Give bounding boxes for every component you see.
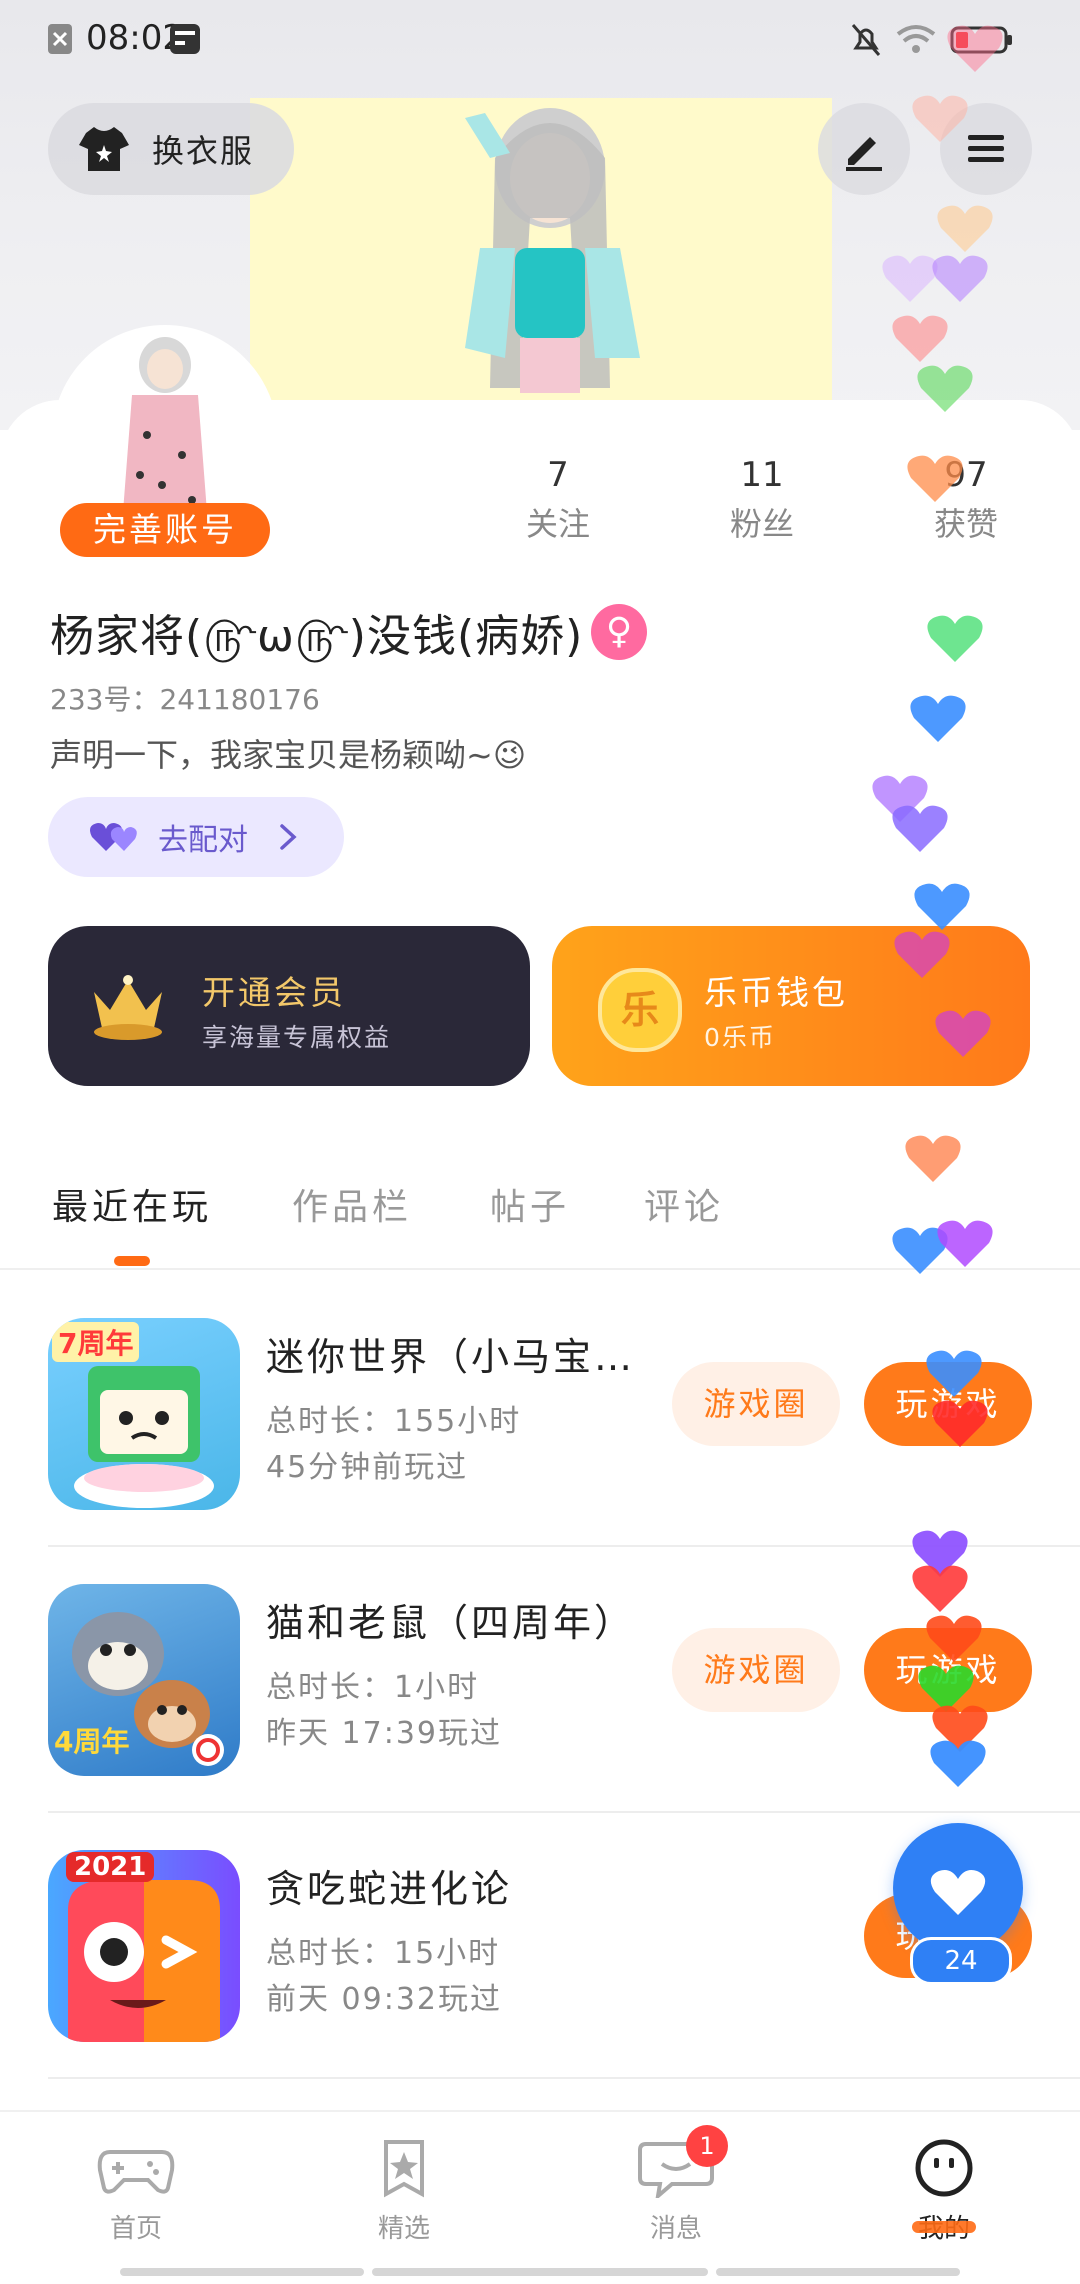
nav-active-indicator <box>912 2221 976 2233</box>
menu-button[interactable] <box>940 103 1032 195</box>
game-duration: 总时长：1小时 <box>266 1670 480 1705</box>
nav-home[interactable]: 首页 <box>56 2138 216 2245</box>
match-button[interactable]: 去配对 <box>48 797 344 877</box>
status-bar: 08:02 <box>0 0 1080 80</box>
like-count: 24 <box>910 1937 1012 1985</box>
female-icon: ♀ <box>591 604 647 660</box>
game-name: 迷你世界（小马宝… <box>266 1335 636 1379</box>
game-last-played: 前天 09:32玩过 <box>266 1982 502 2017</box>
game-icon-mini-world: 7周年 <box>48 1318 240 1510</box>
pencil-icon <box>846 137 882 171</box>
star-icon <box>384 2140 424 2198</box>
stat-fans-num: 11 <box>740 455 784 495</box>
like-button[interactable] <box>893 1823 1023 1953</box>
stat-following[interactable]: 7 关注 <box>478 455 638 545</box>
anniversary-badge: 7周年 <box>52 1322 140 1362</box>
face-icon <box>915 2139 973 2197</box>
tab-posts[interactable]: 帖子 <box>490 1178 570 1230</box>
game-duration: 总时长：15小时 <box>266 1936 501 1971</box>
vip-title: 开通会员 <box>202 973 346 1012</box>
nav-home-label: 首页 <box>109 2214 162 2244</box>
game-circle-button[interactable]: 游戏圈 <box>672 1362 840 1446</box>
stat-fans-label: 粉丝 <box>729 505 794 543</box>
stat-likes[interactable]: 97 获赞 <box>886 455 1046 545</box>
game-circle-button[interactable]: 游戏圈 <box>672 1628 840 1712</box>
game-row[interactable]: 7周年 迷你世界（小马宝… 总时长：155小时 45分钟前玩过 游戏圈 玩游戏 <box>0 1276 1080 1541</box>
play-game-button[interactable]: 玩游戏 <box>864 1628 1032 1712</box>
nav-featured[interactable]: 精选 <box>324 2138 484 2245</box>
message-badge: 1 <box>686 2125 728 2167</box>
shirt-icon <box>79 127 129 171</box>
heart-icon <box>930 1870 986 1915</box>
game-name: 贪吃蛇进化论 <box>266 1867 513 1911</box>
game-last-played: 昨天 17:39玩过 <box>266 1716 502 1751</box>
double-heart-icon <box>90 823 137 851</box>
wallet-card[interactable]: 乐 乐币钱包 0乐币 <box>552 926 1030 1086</box>
coin-icon: 乐 <box>598 968 682 1052</box>
anniversary-badge: 4周年 <box>54 1725 130 1758</box>
tab-divider <box>0 1268 1080 1270</box>
coin-glyph: 乐 <box>620 988 659 1032</box>
close-notification-icon <box>46 22 74 60</box>
user-id: 233号：241180176 <box>50 683 320 716</box>
nav-featured-label: 精选 <box>377 2214 430 2244</box>
tab-comments[interactable]: 评论 <box>644 1178 724 1230</box>
wifi-icon <box>894 22 938 60</box>
vip-subtitle: 享海量专属权益 <box>202 1023 392 1052</box>
nav-messages[interactable]: 消息 <box>596 2138 756 2245</box>
gesture-bar <box>372 2268 708 2276</box>
game-row[interactable]: 4周年 猫和老鼠（四周年） 总时长：1小时 昨天 17:39玩过 游戏圈 玩游戏 <box>0 1542 1080 1807</box>
game-icon-snake: 2021 <box>48 1850 240 2042</box>
play-game-button[interactable]: 玩游戏 <box>864 1362 1032 1446</box>
crown-icon <box>94 975 162 1040</box>
game-last-played: 45分钟前玩过 <box>266 1450 469 1485</box>
wallet-title: 乐币钱包 <box>704 973 848 1012</box>
game-icon-tom-jerry: 4周年 <box>48 1584 240 1776</box>
gesture-bar <box>716 2268 960 2276</box>
edit-profile-button[interactable] <box>818 103 910 195</box>
gamepad-icon <box>97 2150 175 2194</box>
game-duration: 总时长：155小时 <box>266 1404 522 1439</box>
tab-works[interactable]: 作品栏 <box>292 1178 412 1230</box>
tab-recent[interactable]: 最近在玩 <box>52 1178 212 1230</box>
username: 杨家将(௹ω௹)没钱(病娇) <box>50 611 584 662</box>
stat-likes-num: 97 <box>944 455 988 495</box>
year-badge: 2021 <box>66 1852 155 1882</box>
card-icon <box>168 22 202 60</box>
gesture-bar <box>120 2268 364 2276</box>
complete-account-button[interactable]: 完善账号 <box>60 503 270 557</box>
tab-indicator <box>114 1256 150 1266</box>
stat-following-num: 7 <box>547 455 569 495</box>
stat-following-label: 关注 <box>525 505 590 543</box>
chevron-right-icon <box>280 824 297 850</box>
vip-card[interactable]: 开通会员 享海量专属权益 <box>48 926 530 1086</box>
mute-bell-icon <box>850 22 882 62</box>
change-outfit-button[interactable]: 换衣服 <box>48 103 294 195</box>
avatar-banner <box>250 98 832 403</box>
game-name: 猫和老鼠（四周年） <box>266 1601 636 1645</box>
battery-icon <box>950 22 1014 60</box>
change-outfit-label: 换衣服 <box>152 132 255 170</box>
stat-fans[interactable]: 11 粉丝 <box>682 455 842 545</box>
wallet-subtitle: 0乐币 <box>704 1023 776 1052</box>
menu-icon <box>968 135 1004 162</box>
nav-messages-label: 消息 <box>649 2214 702 2244</box>
stat-likes-label: 获赞 <box>933 505 998 543</box>
bio: 声明一下，我家宝贝是杨颖呦~😉 <box>50 736 527 774</box>
match-label: 去配对 <box>158 823 248 858</box>
character-illustration <box>465 108 640 393</box>
row-divider <box>48 2077 1080 2079</box>
